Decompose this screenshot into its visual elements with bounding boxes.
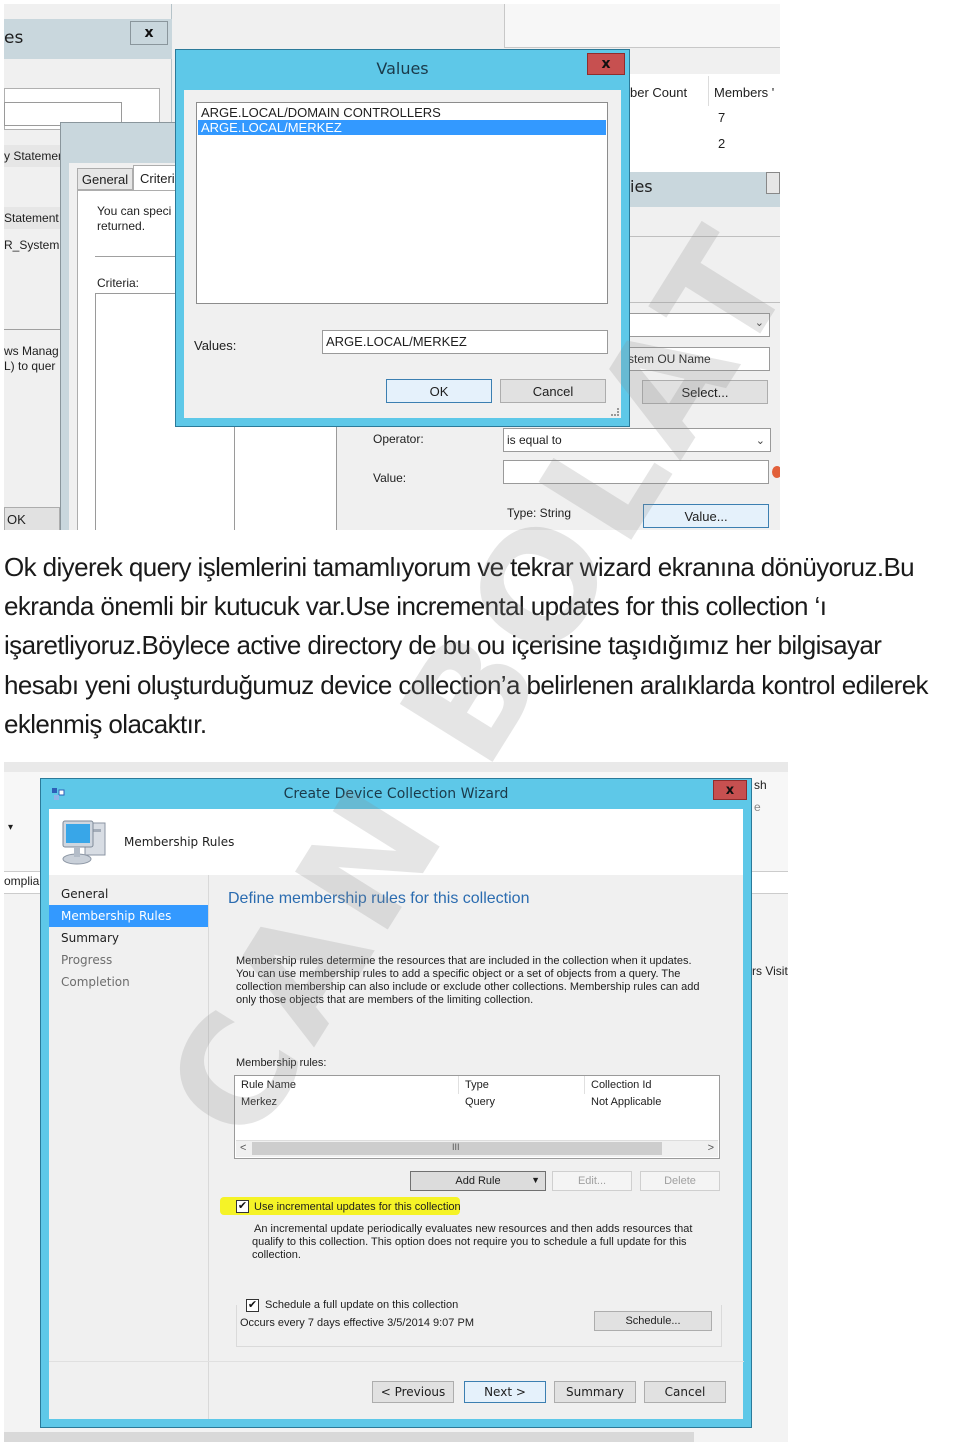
list-item[interactable]: y Statemen [4, 145, 60, 167]
cell-collection-id: Not Applicable [591, 1096, 662, 1108]
error-icon [772, 466, 780, 478]
column-header-rule-name[interactable]: Rule Name [235, 1076, 459, 1094]
close-icon: x [725, 782, 735, 798]
ok-button[interactable]: OK [4, 507, 60, 530]
criteria-description: You can speci [97, 204, 172, 218]
description-line: ws Manag [4, 344, 59, 358]
criteria-fields: Operator: is equal to ⌄ Value: Type: Stri… [336, 424, 780, 530]
values-dialog: Values x ARGE.LOCAL/DOMAIN CONTROLLERS A… [175, 49, 630, 427]
horizontal-scrollbar[interactable]: < III > [236, 1140, 718, 1157]
resize-grip-icon[interactable] [611, 408, 619, 416]
delete-button[interactable]: Delete [640, 1171, 720, 1191]
operator-value: is equal to [507, 433, 562, 447]
nav-step-progress: Progress [61, 953, 113, 967]
add-rule-label: Add Rule [455, 1175, 501, 1187]
values-listbox[interactable]: ARGE.LOCAL/DOMAIN CONTROLLERS ARGE.LOCAL… [196, 102, 608, 304]
page-heading: Define membership rules for this collect… [228, 890, 530, 907]
body-paragraph: Ok diyerek query işlemlerini tamamlıyoru… [4, 552, 929, 739]
ok-button[interactable]: OK [386, 379, 492, 403]
scroll-right-icon[interactable]: > [708, 1142, 714, 1154]
member-count: 7 [718, 110, 726, 125]
list-item[interactable]: R_System [4, 238, 60, 252]
wizard-screenshot: ▾ omplia sh e rs Visit Create Device Col… [4, 762, 788, 1442]
edit-button[interactable]: Edit... [552, 1171, 632, 1191]
ribbon-fragment: sh [754, 778, 767, 792]
nav-step-membership-rules[interactable]: Membership Rules [49, 905, 208, 927]
schedule-text: Occurs every 7 days effective 3/5/2014 9… [240, 1317, 474, 1329]
incremental-updates-label[interactable]: Use incremental updates for this collect… [254, 1201, 461, 1214]
cell-type: Query [465, 1096, 495, 1108]
dropdown-arrow-icon[interactable]: ▾ [8, 822, 13, 833]
add-rule-button[interactable]: Add Rule ▼ [410, 1171, 546, 1191]
dialog-title: Values [376, 59, 429, 78]
operator-label: Operator: [373, 432, 424, 446]
membership-description: Membership rules determine the resources… [236, 955, 700, 1006]
close-icon: x [601, 56, 611, 72]
close-button[interactable]: x [587, 53, 625, 75]
member-count: 2 [718, 136, 726, 151]
cancel-button[interactable]: Cancel [500, 379, 606, 403]
nav-step-summary[interactable]: Summary [49, 927, 208, 949]
wizard-steps-nav: General Membership Rules Summary Progres… [49, 875, 209, 1419]
wizard-header: Membership Rules [49, 809, 743, 875]
column-fragment: rs Visit [752, 964, 788, 978]
cell-rule-name: Merkez [241, 1096, 278, 1108]
checkmark-icon: ✔ [237, 1200, 248, 1212]
full-update-label[interactable]: Schedule a full update on this collectio… [265, 1299, 462, 1312]
nav-step-general[interactable]: General [49, 883, 208, 905]
column-header[interactable]: ber Count [630, 85, 687, 100]
value-label: Value: [373, 471, 407, 485]
computer-icon [59, 817, 113, 867]
attribute-field[interactable]: stem OU Name [624, 347, 770, 371]
cancel-button[interactable]: Cancel [644, 1381, 726, 1403]
tab-general[interactable]: General [77, 168, 133, 190]
column-header-type[interactable]: Type [459, 1076, 585, 1094]
close-button[interactable]: x [130, 21, 168, 45]
query-screenshot: es x y Statemen Statement R_System ws Ma… [4, 4, 780, 530]
scroll-left-icon[interactable]: < [240, 1142, 246, 1154]
incremental-description: An incremental update periodically evalu… [252, 1223, 693, 1261]
checkmark-icon: ✔ [247, 1299, 258, 1311]
membership-rules-table[interactable]: Rule Name Type Collection Id Merkez Quer… [234, 1075, 720, 1159]
column-header[interactable]: Members ' [714, 85, 774, 100]
scrollbar-thumb[interactable]: III [252, 1142, 662, 1155]
wizard-title: Create Device Collection Wizard [283, 786, 509, 802]
close-icon: x [144, 25, 154, 41]
criteria-label: Criteria: [97, 276, 140, 290]
column-header-collection-id[interactable]: Collection Id [585, 1076, 719, 1094]
value-input[interactable] [503, 460, 769, 484]
list-item-selected[interactable]: ARGE.LOCAL/MERKEZ [198, 120, 606, 135]
chevron-down-icon: ⌄ [755, 435, 765, 447]
create-device-collection-wizard: Create Device Collection Wizard x Member… [40, 778, 752, 1428]
operator-dropdown[interactable]: is equal to ⌄ [503, 428, 771, 452]
close-button[interactable]: x [713, 780, 747, 800]
description-line: L) to quer [4, 359, 56, 373]
select-button[interactable]: Select... [642, 380, 768, 404]
nav-step-completion: Completion [61, 975, 130, 989]
chevron-down-icon: ⌄ [754, 317, 764, 329]
wizard-content: Define membership rules for this collect… [49, 875, 744, 1419]
values-label: Values: [194, 338, 237, 353]
section-title-fragment: ies [630, 177, 653, 196]
schedule-button[interactable]: Schedule... [594, 1311, 712, 1331]
summary-button[interactable]: Summary [554, 1381, 636, 1403]
ribbon-fragment: e [754, 800, 761, 814]
membership-rules-label: Membership rules: [236, 1057, 327, 1069]
incremental-updates-checkbox[interactable]: ✔ [236, 1200, 249, 1213]
full-update-checkbox[interactable]: ✔ [246, 1299, 259, 1312]
value-button[interactable]: Value... [643, 504, 769, 528]
caret-down-icon: ▼ [531, 1175, 540, 1185]
previous-button[interactable]: < Previous [372, 1381, 454, 1403]
next-button[interactable]: Next > [464, 1381, 546, 1403]
list-item[interactable]: ARGE.LOCAL/DOMAIN CONTROLLERS [198, 105, 606, 120]
header-title: Membership Rules [124, 835, 235, 849]
background-tab-fragment: omplia [4, 874, 40, 888]
type-label: Type: String [507, 506, 572, 520]
values-input[interactable]: ARGE.LOCAL/MERKEZ [322, 330, 608, 354]
criteria-description: returned. [97, 219, 146, 233]
window-title-fragment: es [4, 28, 24, 48]
list-item[interactable]: Statement [4, 207, 60, 229]
attribute-class-dropdown[interactable]: ⌄ [624, 313, 770, 337]
